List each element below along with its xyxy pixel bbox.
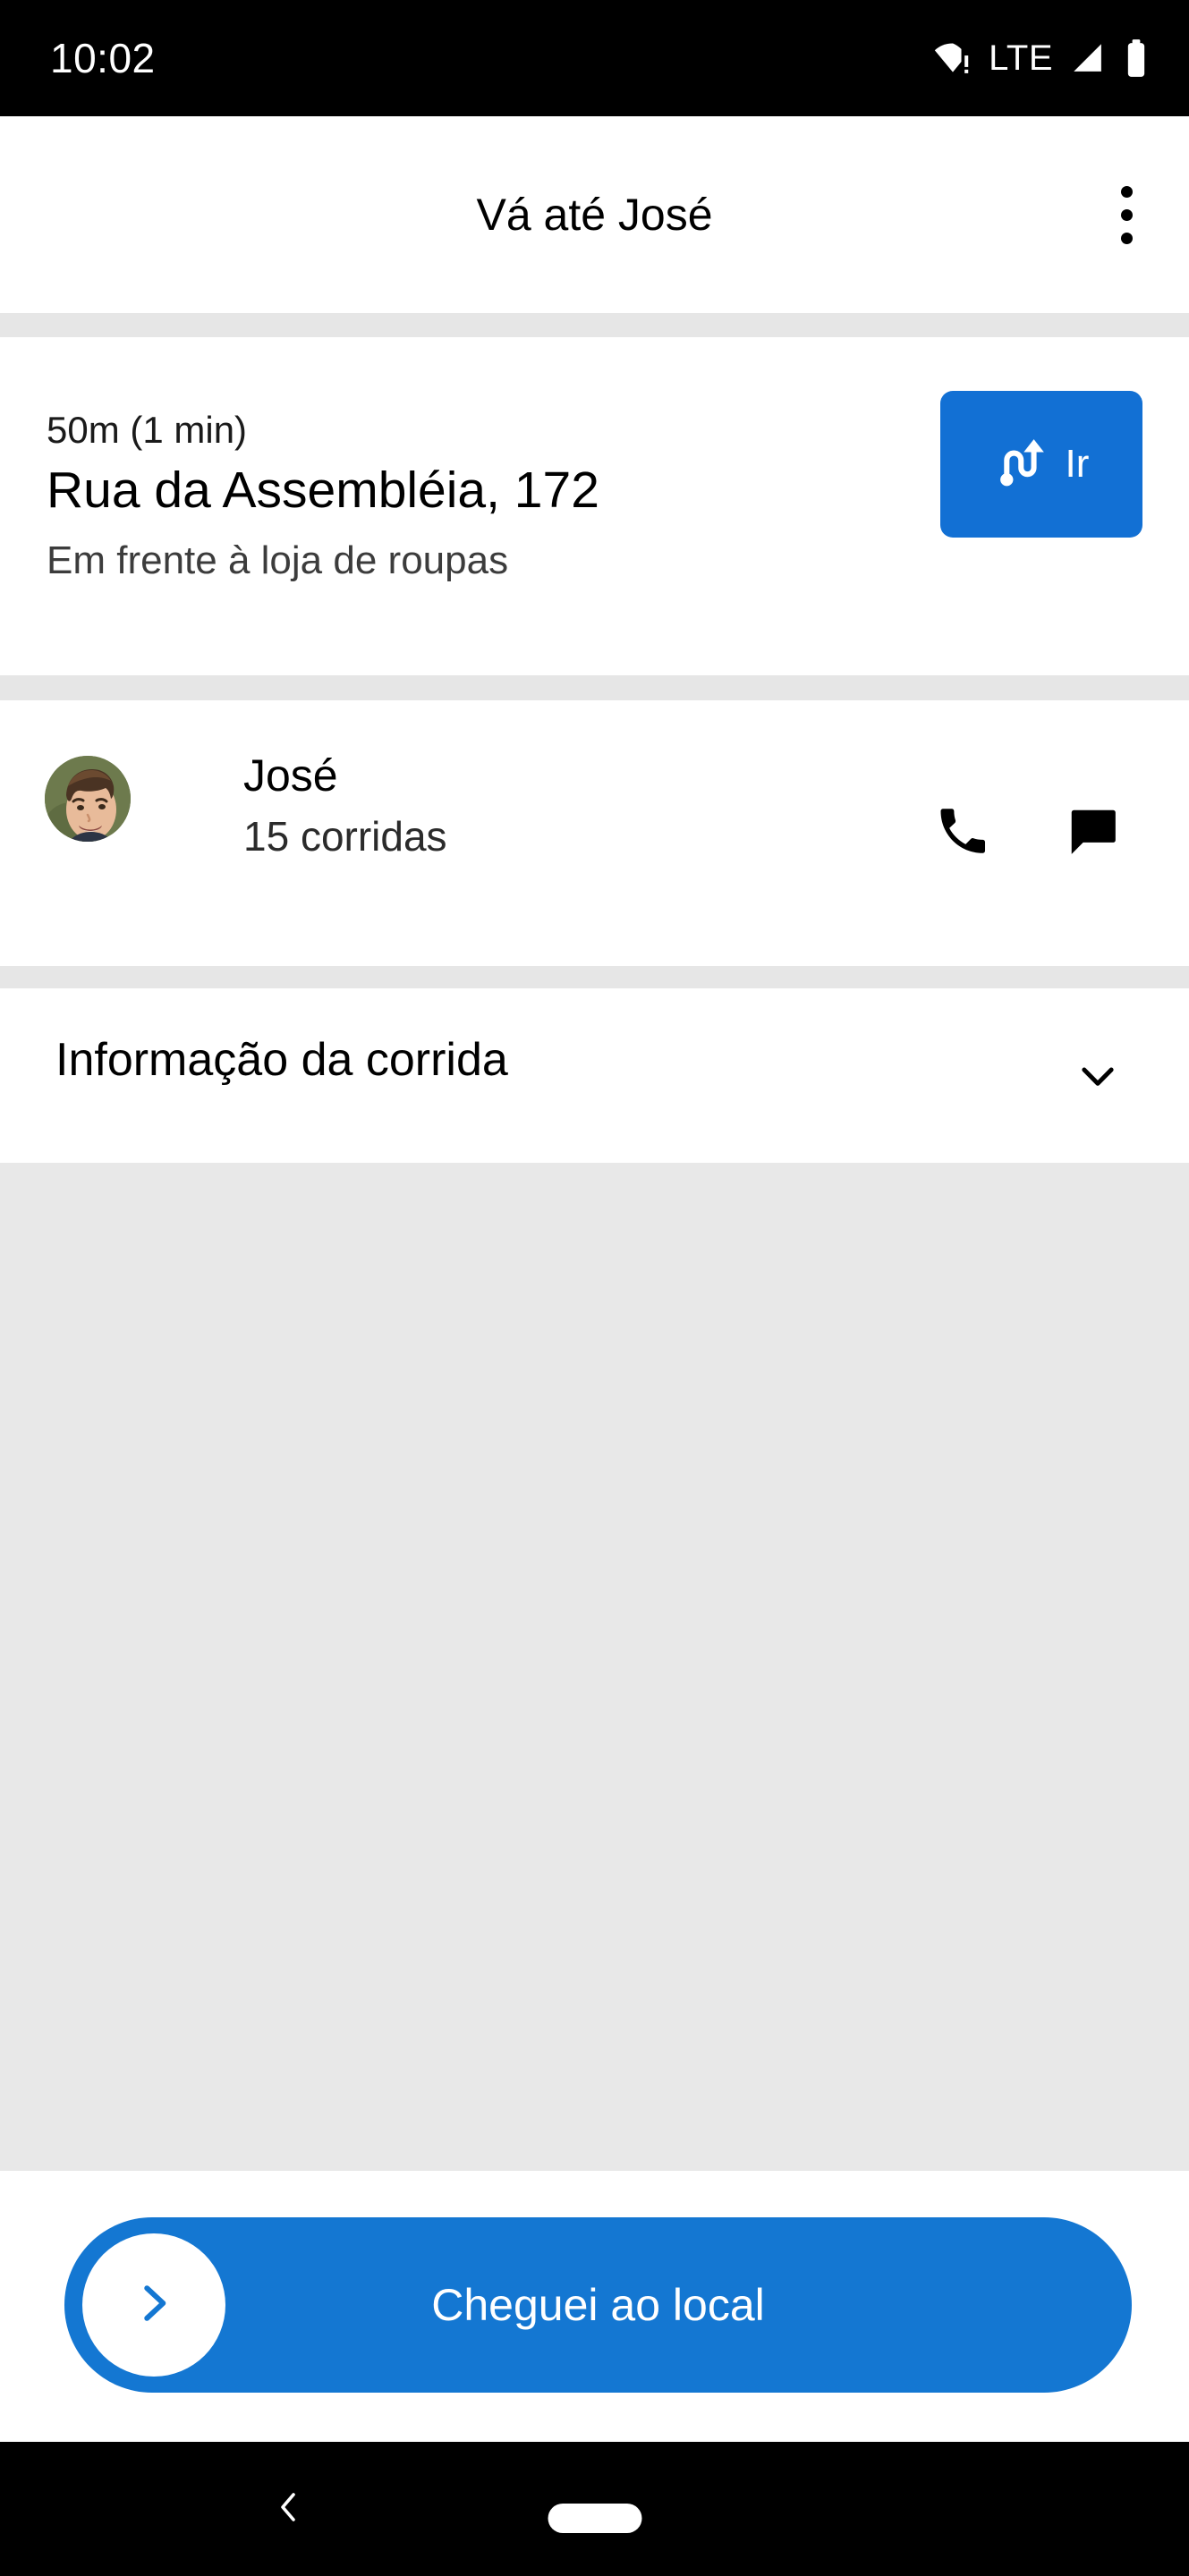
rider-name: José <box>243 750 338 801</box>
chat-bubble-icon <box>1065 803 1120 863</box>
rider-card: José 15 corridas <box>0 700 1189 966</box>
ride-info-row[interactable]: Informação da corrida <box>0 988 1189 1163</box>
rider-ride-count: 15 corridas <box>243 813 447 860</box>
overflow-dot <box>1120 232 1133 244</box>
navigation-route-icon <box>994 433 1053 496</box>
chevron-down-icon[interactable] <box>1062 988 1134 1163</box>
status-bar: 10:02 LTE <box>0 0 1189 116</box>
nav-back-button[interactable] <box>240 2442 338 2576</box>
page-title: Vá até José <box>476 190 713 240</box>
destination-card: 50m (1 min) Rua da Assembléia, 172 Em fr… <box>0 337 1189 675</box>
divider <box>0 675 1189 700</box>
battery-icon <box>1123 38 1150 78</box>
message-button[interactable] <box>1027 768 1157 898</box>
bottom-action-bar: Cheguei ao local <box>0 2171 1189 2442</box>
nav-home-pill[interactable] <box>548 2504 641 2533</box>
rider-actions <box>897 700 1189 966</box>
go-navigate-button[interactable]: Ir <box>940 391 1142 538</box>
ride-info-label: Informação da corrida <box>55 1034 508 1086</box>
phone-icon <box>933 801 992 865</box>
status-bar-icons: LTE <box>933 38 1150 79</box>
signal-icon <box>1069 39 1107 77</box>
call-button[interactable] <box>897 768 1027 898</box>
phone-screen: 10:02 LTE Vá até José 50m (1 min) Rua da… <box>0 0 1189 2576</box>
arrived-label: Cheguei ao local <box>431 2280 765 2330</box>
status-clock: 10:02 <box>50 35 156 81</box>
destination-eta: 50m (1 min) <box>47 409 248 451</box>
go-button-label: Ir <box>1065 442 1090 486</box>
wifi-warning-icon <box>933 38 972 78</box>
divider <box>0 966 1189 988</box>
system-nav-bar <box>0 2442 1189 2576</box>
divider <box>0 313 1189 337</box>
network-type-label: LTE <box>989 38 1053 78</box>
chevron-back-icon <box>268 2486 310 2533</box>
overflow-dot <box>1120 208 1133 221</box>
destination-address: Rua da Assembléia, 172 <box>47 462 599 519</box>
overflow-dot <box>1120 185 1133 198</box>
avatar[interactable] <box>45 756 131 842</box>
arrived-slider-button[interactable]: Cheguei ao local <box>64 2217 1132 2393</box>
destination-note: Em frente à loja de roupas <box>47 538 509 582</box>
more-vert-icon[interactable] <box>1064 116 1189 313</box>
app-bar: Vá até José <box>0 116 1189 313</box>
map-content-area <box>0 1163 1189 2171</box>
